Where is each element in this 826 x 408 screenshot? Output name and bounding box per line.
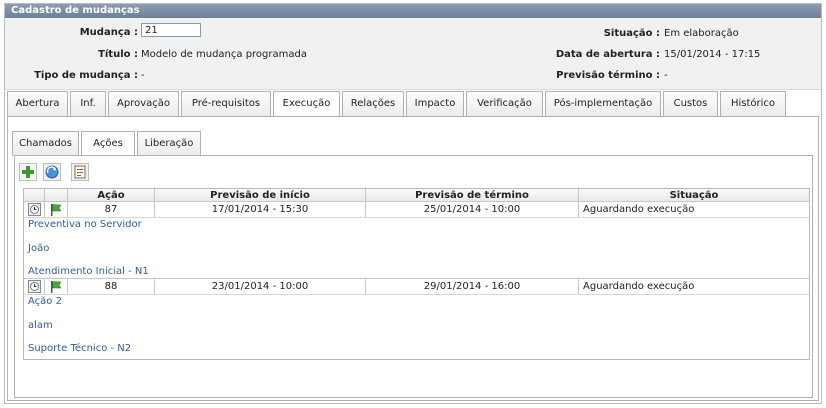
previsao-label: Previsão término : [556, 70, 660, 81]
action-responsible: alam [28, 319, 53, 331]
tipo-value: - [141, 70, 145, 81]
termino-cell: 25/01/2014 - 10:00 [365, 201, 579, 218]
mudanca-label: Mudança : [79, 27, 138, 38]
row-detail: Ação 2 alam Suporte Técnico - N2 [24, 295, 809, 356]
tab-custos[interactable]: Custos [663, 91, 718, 116]
action-group: Suporte Técnico - N2 [28, 343, 132, 354]
tab-historico[interactable]: Histórico [720, 91, 786, 116]
table-row[interactable]: 87 17/01/2014 - 15:30 25/01/2014 - 10:00… [24, 201, 809, 218]
change-registration-panel: Cadastro de mudanças Mudança : 21 Título… [4, 3, 822, 404]
subtab-liberacao[interactable]: Liberação [137, 131, 201, 156]
previsao-value: - [664, 70, 668, 81]
clock-cell[interactable] [24, 201, 45, 218]
col-acao[interactable]: Ação [67, 189, 155, 202]
action-description[interactable]: Preventiva no Servidor [28, 218, 809, 242]
change-header: Mudança : 21 Título : Modelo de mudança … [5, 18, 821, 90]
col-previsao-termino[interactable]: Previsão de término [365, 189, 579, 202]
titulo-value: Modelo de mudança programada [141, 49, 307, 60]
tab-inf[interactable]: Inf. [70, 91, 106, 116]
clock-icon [27, 203, 41, 216]
situacao-value: Em elaboração [664, 28, 739, 39]
col-icon-2 [44, 189, 68, 202]
termino-cell: 29/01/2014 - 16:00 [365, 278, 579, 295]
col-situacao[interactable]: Situação [578, 189, 809, 202]
inicio-cell: 17/01/2014 - 15:30 [154, 201, 366, 218]
report-icon [74, 165, 86, 179]
refresh-icon [45, 165, 59, 179]
acao-cell: 87 [67, 201, 155, 218]
acao-cell: 88 [67, 278, 155, 295]
tab-impacto[interactable]: Impacto [406, 91, 464, 116]
action-group: Atendimento Inicial - N1 [28, 266, 149, 277]
situacao-label: Situação : [603, 28, 660, 39]
execucao-tab-content: Chamados Ações Liberação Ação Previsão d… [7, 116, 819, 401]
subtab-acoes[interactable]: Ações [81, 131, 135, 158]
tab-pos-implementacao[interactable]: Pós-implementação [545, 91, 661, 116]
tab-relacoes[interactable]: Relações [342, 91, 404, 116]
action-description[interactable]: Ação 2 [28, 295, 809, 319]
tab-execucao[interactable]: Execução [273, 91, 340, 118]
add-action-button[interactable] [19, 163, 37, 181]
mudanca-input[interactable]: 21 [141, 23, 201, 37]
grid-header-row: Ação Previsão de início Previsão de térm… [24, 189, 809, 202]
acoes-panel: Ação Previsão de início Previsão de térm… [14, 155, 813, 398]
row-detail: Preventiva no Servidor João Atendimento … [24, 217, 809, 279]
inicio-cell: 23/01/2014 - 10:00 [154, 278, 366, 295]
refresh-button[interactable] [43, 163, 61, 181]
situacao-cell: Aguardando execução [578, 201, 809, 218]
titulo-label: Título : [98, 49, 138, 60]
tab-aprovacao[interactable]: Aprovação [108, 91, 179, 116]
action-responsible: João [28, 242, 50, 254]
col-icon-1 [24, 189, 45, 202]
abertura-value: 15/01/2014 - 17:15 [664, 49, 761, 60]
flag-cell[interactable] [44, 201, 68, 218]
clock-icon [27, 280, 41, 293]
tab-abertura[interactable]: Abertura [7, 91, 68, 116]
green-flag-icon [51, 280, 62, 293]
abertura-label: Data de abertura : [555, 49, 660, 60]
green-flag-icon [51, 203, 62, 216]
situacao-cell: Aguardando execução [578, 278, 809, 295]
subtab-chamados[interactable]: Chamados [12, 131, 79, 156]
tab-verificacao[interactable]: Verificação [466, 91, 543, 116]
flag-cell[interactable] [44, 278, 68, 295]
plus-icon [22, 166, 34, 178]
window-title: Cadastro de mudanças [5, 4, 821, 18]
col-previsao-inicio[interactable]: Previsão de início [154, 189, 366, 202]
clock-cell[interactable] [24, 278, 45, 295]
tab-pre-requisitos[interactable]: Pré-requisitos [181, 91, 271, 116]
table-row[interactable]: 88 23/01/2014 - 10:00 29/01/2014 - 16:00… [24, 278, 809, 295]
actions-grid: Ação Previsão de início Previsão de térm… [23, 188, 810, 360]
report-button[interactable] [71, 163, 89, 181]
tipo-label: Tipo de mudança : [34, 70, 138, 81]
